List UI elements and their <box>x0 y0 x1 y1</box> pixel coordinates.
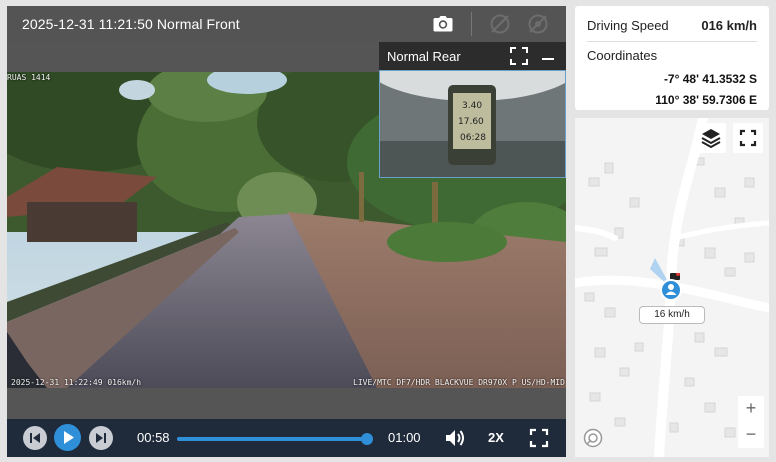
video-title: 2025-12-31 11:21:50 Normal Front <box>22 16 240 32</box>
zoom-out-button[interactable]: − <box>738 422 764 448</box>
player-top-bar: 2025-12-31 11:21:50 Normal Front <box>7 6 566 42</box>
telemetry-card: Driving Speed 016 km/h Coordinates -7° 4… <box>575 6 769 110</box>
rear-camera-pip[interactable]: Normal Rear 3.40 17.60 06:28 <box>379 42 566 178</box>
rear-device-line-1: 3.40 <box>462 101 482 111</box>
next-button[interactable] <box>89 426 113 450</box>
speed-row: Driving Speed 016 km/h <box>587 18 757 42</box>
front-osd-label: RUAS 1414 <box>7 73 51 82</box>
camera-snapshot-icon[interactable] <box>431 12 455 36</box>
zoom-controls: + − <box>738 396 764 448</box>
longitude-value: 110° 38' 59.7306 E <box>655 93 757 107</box>
progress-fill <box>177 437 367 441</box>
skip-back-icon <box>30 433 40 443</box>
play-button[interactable] <box>54 424 81 451</box>
rear-device-line-2: 17.60 <box>458 117 484 127</box>
playback-speed-button[interactable]: 2X <box>488 430 504 445</box>
progress-slider[interactable] <box>177 433 373 445</box>
front-osd-device-info: LIVE/MTC DF7/HDR BLACKVUE DR970X P US/HD… <box>353 378 565 387</box>
map-view[interactable]: 16 km/h + − <box>575 118 769 457</box>
coordinates-label: Coordinates <box>587 48 658 63</box>
map-fullscreen-button[interactable] <box>733 123 763 153</box>
driver-mode-icon[interactable] <box>526 12 550 36</box>
map-compass-icon[interactable] <box>583 428 603 448</box>
total-time: 01:00 <box>388 430 421 445</box>
volume-icon[interactable] <box>444 428 466 448</box>
progress-knob[interactable] <box>360 433 373 445</box>
expand-icon[interactable] <box>509 46 529 66</box>
rear-camera-label: Normal Rear <box>387 49 461 64</box>
video-player: 2025-12-31 11:21:50 Normal Front RUAS 14… <box>7 6 566 457</box>
layers-icon <box>701 129 721 149</box>
card-divider <box>587 41 757 42</box>
map-fullscreen-icon <box>739 129 757 147</box>
layers-button[interactable] <box>696 123 726 153</box>
rear-device-line-3: 06:28 <box>460 133 486 143</box>
player-bottom-band <box>7 388 566 419</box>
rear-camera-header: Normal Rear <box>379 42 566 70</box>
dashcam-viewer: 2025-12-31 11:21:50 Normal Front RUAS 14… <box>0 0 776 462</box>
latitude-value: -7° 48' 41.3532 S <box>663 72 757 86</box>
previous-button[interactable] <box>23 426 47 450</box>
current-time: 00:58 <box>137 430 170 445</box>
toolbar-divider <box>471 12 472 36</box>
speed-value: 016 km/h <box>701 18 757 33</box>
rear-camera-image: 3.40 17.60 06:28 <box>379 70 566 178</box>
playback-controls: 00:58 01:00 2X <box>7 419 566 457</box>
skip-forward-icon <box>96 433 106 443</box>
vehicle-marker-icon[interactable] <box>660 272 684 303</box>
map-speed-tag: 16 km/h <box>639 306 705 324</box>
front-osd-timestamp: 2025-12-31 11:22:49 016km/h <box>11 378 142 387</box>
minimize-icon[interactable] <box>542 58 554 60</box>
speed-mode-icon[interactable] <box>488 12 512 36</box>
speed-label: Driving Speed <box>587 18 669 33</box>
fullscreen-icon[interactable] <box>529 428 549 448</box>
play-icon <box>64 431 74 444</box>
zoom-in-button[interactable]: + <box>738 396 764 422</box>
